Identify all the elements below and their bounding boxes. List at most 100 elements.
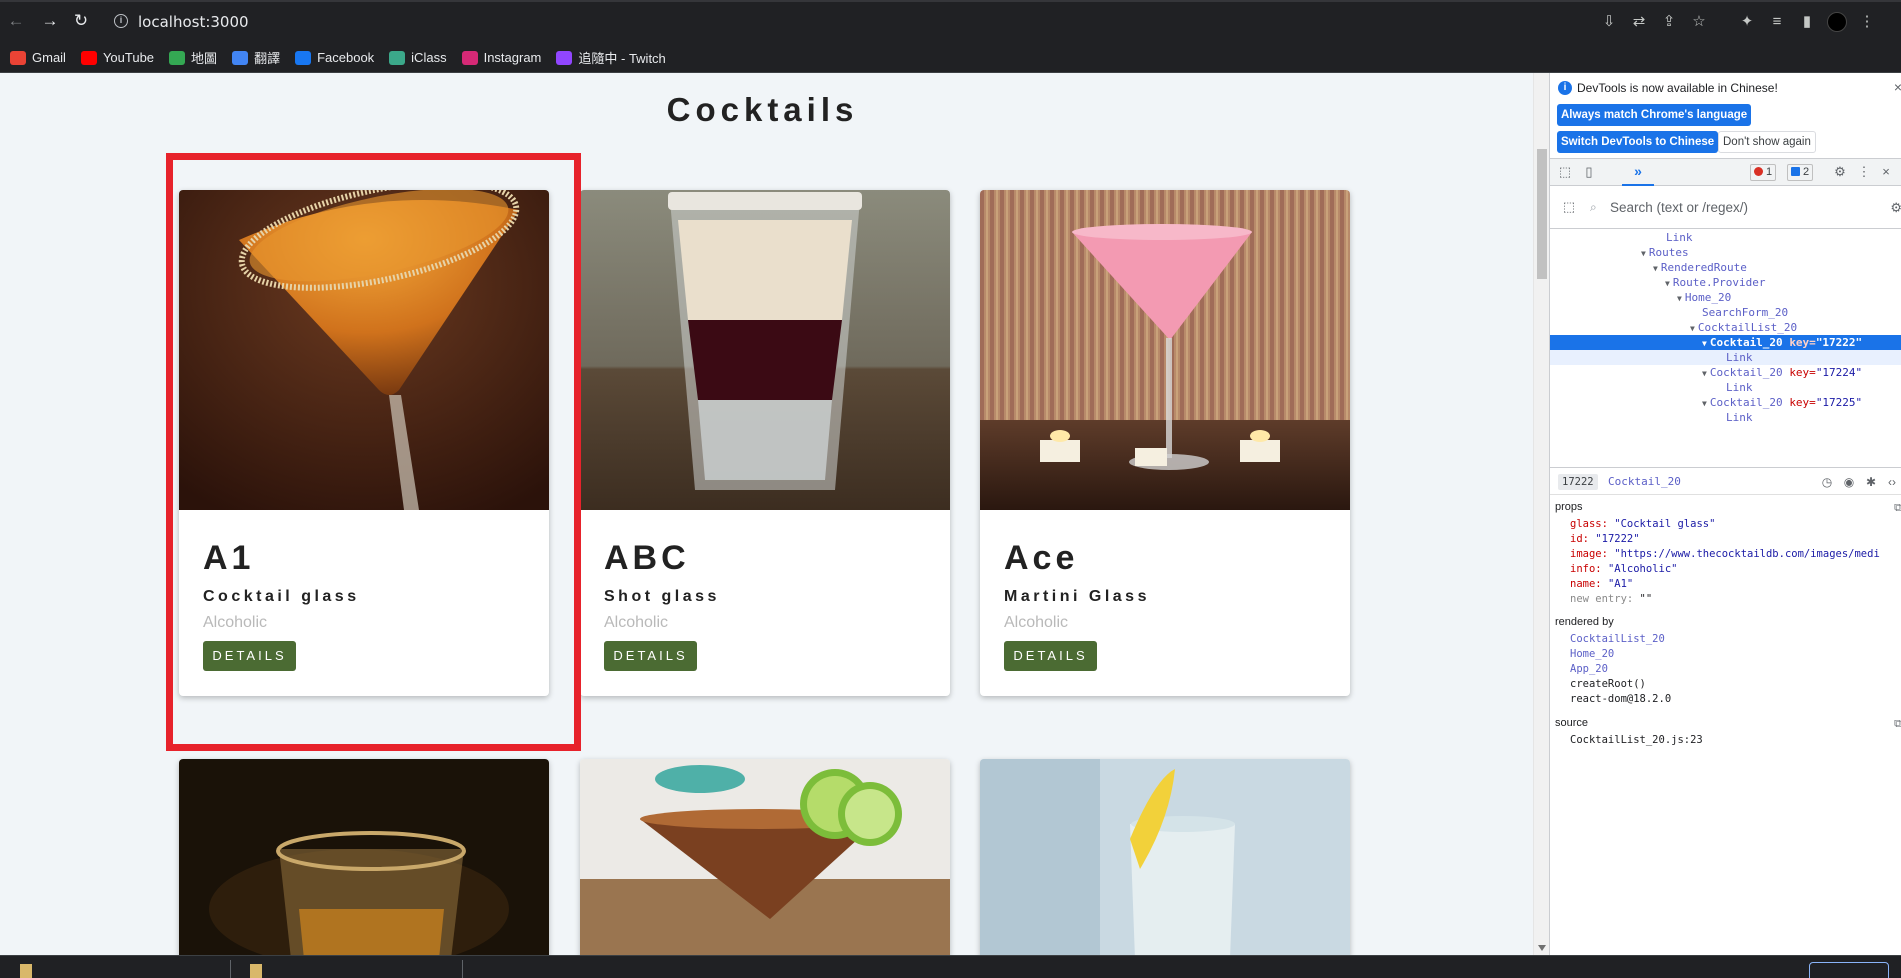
close-icon[interactable]: × [1894, 79, 1901, 95]
bookmark-label: iClass [411, 50, 447, 65]
bookmark-iclass[interactable]: iClass [389, 50, 447, 65]
cocktail-info: Alcoholic [1004, 614, 1069, 631]
switch-chinese-button[interactable]: Switch DevTools to Chinese [1557, 131, 1719, 153]
gmail-icon [10, 50, 26, 65]
tree-node[interactable]: ▼ Route.Provider [1665, 275, 1766, 290]
component-name: Cocktail_20 [1608, 475, 1681, 488]
timer-icon[interactable]: ◷ [1820, 475, 1834, 489]
show-all-button[interactable] [1809, 962, 1889, 978]
devtools-panel: i DevTools is now available in Chinese! … [1549, 73, 1901, 955]
bookmark-instagram[interactable]: Instagram [461, 50, 541, 65]
translate-page-icon[interactable]: ⇄ [1629, 12, 1649, 32]
bookmark-star-icon[interactable]: ☆ [1689, 12, 1709, 32]
component-search: ⬚ ⌕ Search (text or /regex/) ⚙ [1550, 187, 1901, 229]
scrollbar-thumb[interactable] [1537, 149, 1547, 279]
inspect-icon[interactable]: ⬚ [1556, 163, 1574, 181]
side-panel-icon[interactable]: ▮ [1797, 12, 1817, 32]
cocktail-image-abc [580, 190, 950, 510]
bookmark-gmail[interactable]: Gmail [10, 50, 66, 65]
message-badge[interactable]: 2 [1787, 164, 1814, 181]
forward-icon[interactable]: → [39, 10, 61, 32]
prop-row[interactable]: id: "17222" [1570, 532, 1640, 547]
source-code-icon[interactable]: ‹› [1885, 475, 1899, 489]
rendered-by-item[interactable]: Home_20 [1570, 647, 1614, 662]
tree-node[interactable]: Link [1726, 410, 1753, 425]
back-icon[interactable]: ← [5, 10, 27, 32]
scroll-down-icon[interactable] [1538, 945, 1546, 951]
bookmark-label: Facebook [317, 50, 375, 65]
copy-icon[interactable]: ⧉ [1894, 501, 1901, 515]
details-button[interactable]: DETAILS [1004, 641, 1097, 671]
prop-row[interactable]: image: "https://www.thecocktaildb.com/im… [1570, 547, 1880, 562]
bookmark-maps[interactable]: 地圖 [169, 48, 217, 67]
reading-list-icon[interactable]: ≡ [1767, 12, 1787, 32]
prop-row[interactable]: info: "Alcoholic" [1570, 562, 1677, 577]
tree-node[interactable]: ▼ RenderedRoute [1653, 260, 1747, 275]
source-label: source [1555, 717, 1589, 729]
tree-node[interactable]: ▼ Home_20 [1677, 290, 1731, 305]
more-tabs-icon[interactable]: » [1622, 159, 1654, 186]
dont-show-button[interactable]: Don't show again [1718, 131, 1816, 153]
message-count: 2 [1803, 166, 1810, 178]
cocktail-image-row2-2 [580, 759, 950, 955]
bookmark-label: YouTube [102, 50, 155, 65]
tree-node[interactable]: Link [1726, 350, 1753, 365]
menu-icon[interactable]: ⋮ [1857, 12, 1877, 32]
device-toggle-icon[interactable]: ▯ [1580, 163, 1598, 181]
prop-row[interactable]: glass: "Cocktail glass" [1570, 517, 1715, 532]
notice-text: DevTools is now available in Chinese! [1577, 81, 1778, 95]
details-button[interactable]: DETAILS [604, 641, 697, 671]
eye-icon[interactable]: ◉ [1842, 475, 1856, 489]
bookmark-facebook[interactable]: Facebook [295, 50, 374, 65]
tree-node[interactable]: ▼ Cocktail_20 key="17225" [1702, 395, 1862, 410]
search-settings-icon[interactable]: ⚙ [1890, 200, 1901, 216]
tree-node[interactable]: ▼ Cocktail_20 key="17224" [1702, 365, 1862, 380]
error-badge[interactable]: 1 [1750, 164, 1777, 181]
iclass-icon [389, 50, 406, 65]
props-label: props [1555, 501, 1583, 513]
url-text: localhost:3000 [138, 13, 249, 31]
page-scrollbar[interactable] [1533, 73, 1549, 955]
bookmark-translate[interactable]: 翻譯 [232, 48, 280, 67]
page-title: Cocktails [666, 91, 859, 128]
cocktail-card: Ace Martini Glass Alcoholic DETAILS [980, 190, 1350, 696]
tree-node[interactable]: ▼ Routes [1641, 245, 1689, 260]
address-bar[interactable]: i localhost:3000 [106, 8, 1706, 36]
rendered-by-item[interactable]: CocktailList_20 [1570, 632, 1665, 647]
reload-icon[interactable]: ↻ [70, 10, 92, 32]
kebab-menu-icon[interactable]: ⋮ [1855, 163, 1873, 181]
bookmark-youtube[interactable]: YouTube [80, 50, 155, 65]
tree-node[interactable]: Link [1726, 380, 1753, 395]
match-language-button[interactable]: Always match Chrome's language [1557, 104, 1752, 126]
search-input[interactable]: ⌕ Search (text or /regex/) [1590, 195, 1880, 221]
cocktail-card: ABC Shot glass Alcoholic DETAILS [580, 190, 950, 696]
prop-row[interactable]: name: "A1" [1570, 577, 1633, 592]
download-file-icon[interactable] [250, 964, 262, 978]
share-icon[interactable]: ⇪ [1659, 12, 1679, 32]
profile-avatar[interactable] [1827, 12, 1847, 32]
install-icon[interactable]: ⇩ [1599, 12, 1619, 32]
new-entry-row[interactable]: new entry: "" [1570, 592, 1652, 607]
translate-icon [232, 50, 249, 65]
tree-node-selected[interactable]: ▼ Cocktail_20 key="17222" [1702, 335, 1862, 350]
tree-node[interactable]: ▼ CocktailList_20 [1690, 320, 1797, 335]
source-file[interactable]: CocktailList_20.js:23 [1570, 733, 1703, 748]
search-icon: ⌕ [1590, 200, 1597, 214]
cocktail-name: Ace [1004, 539, 1079, 577]
tree-node[interactable]: SearchForm_20 [1702, 305, 1788, 320]
bookmark-twitch[interactable]: 追隨中 - Twitch [556, 48, 666, 67]
tree-node[interactable]: Link [1666, 230, 1693, 245]
rendered-by-item[interactable]: App_20 [1570, 662, 1608, 677]
close-devtools-icon[interactable]: × [1877, 163, 1895, 181]
settings-gear-icon[interactable]: ⚙ [1831, 163, 1849, 181]
cocktail-info: Alcoholic [604, 614, 669, 631]
copy-source-icon[interactable]: ⧉ [1894, 717, 1901, 731]
select-element-icon[interactable]: ⬚ [1560, 199, 1578, 217]
bug-icon[interactable]: ✱ [1864, 475, 1878, 489]
youtube-icon [80, 50, 97, 65]
error-count: 1 [1766, 166, 1773, 178]
site-info-icon[interactable]: i [114, 14, 128, 28]
extensions-icon[interactable]: ✦ [1737, 12, 1757, 32]
download-file-icon[interactable] [20, 964, 32, 978]
info-icon: i [1558, 81, 1572, 95]
